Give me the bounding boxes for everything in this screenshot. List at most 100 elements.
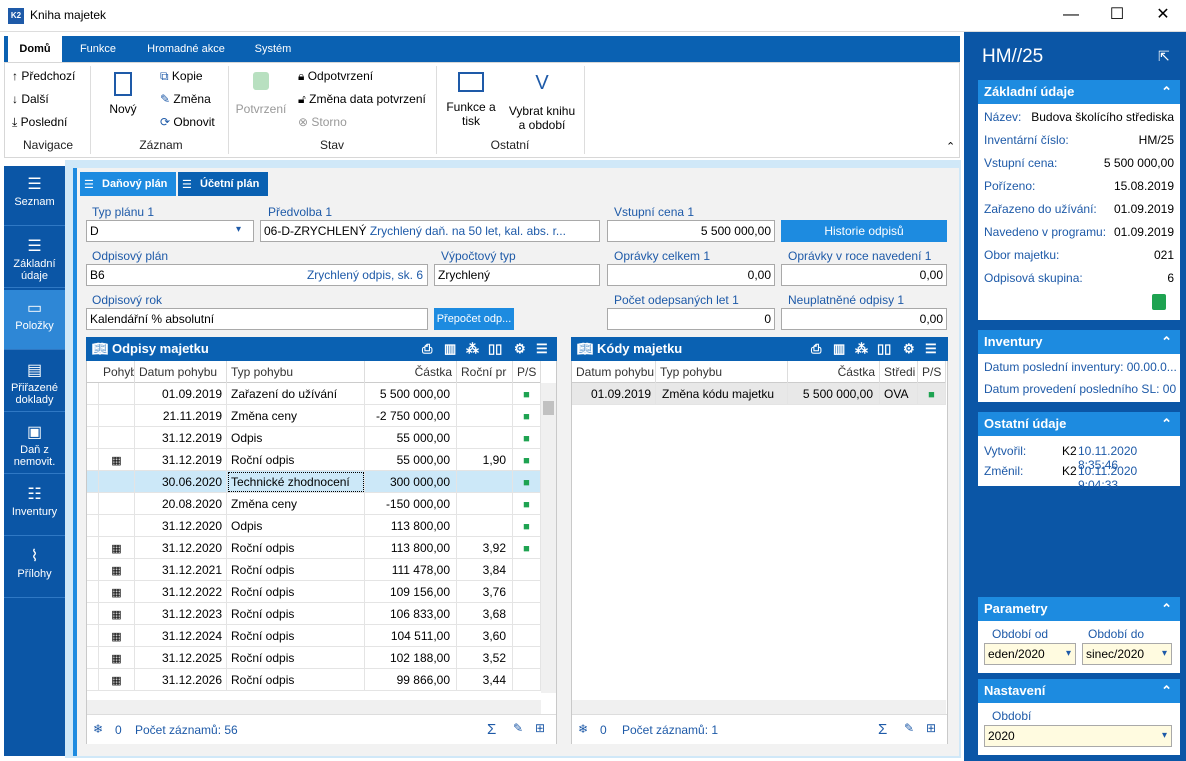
print-icon[interactable]: ⎙ — [422, 337, 432, 361]
input-price-field[interactable]: 5 500 000,00 — [607, 220, 775, 242]
col-center[interactable]: Středi — [880, 361, 918, 383]
table-row[interactable]: ▦ 31.12.2024 Roční odpis 104 511,00 3,60 — [87, 625, 541, 647]
columns-icon[interactable]: ▯▯ — [488, 337, 502, 361]
col-ps[interactable]: P/S — [918, 361, 946, 383]
nav-item-attachments[interactable]: ⌇ Přílohy — [4, 538, 65, 598]
nav-item-list[interactable]: ☰ Seznam — [4, 166, 65, 226]
group-icon[interactable]: ⁂ — [855, 337, 868, 361]
depr-plan-field[interactable]: B6 Zrychlený odpis, sk. 6 — [86, 264, 428, 286]
table-row[interactable]: ▦ 31.12.2025 Roční odpis 102 188,00 3,52 — [87, 647, 541, 669]
calc-type-field[interactable]: Zrychlený — [434, 264, 600, 286]
last-button[interactable]: ⤓ Poslední — [12, 115, 67, 130]
inventory-header[interactable]: Inventury ⌃ — [978, 330, 1180, 354]
table-row[interactable]: ▦ 31.12.2019 Roční odpis 55 000,00 1,90 ■ — [87, 449, 541, 471]
nav-item-inventory[interactable]: ☷ Inventury — [4, 476, 65, 536]
settings-icon[interactable]: ⚙ — [903, 337, 915, 361]
years-count-field[interactable]: 0 — [607, 308, 775, 330]
table-row[interactable]: ▦ 31.12.2020 Roční odpis 113 800,00 3,92 ■ — [87, 537, 541, 559]
add-record-icon[interactable]: ⊞ — [926, 721, 936, 735]
sum-icon[interactable]: Σ — [487, 721, 496, 738]
dropdown-icon[interactable]: ▾ — [1162, 644, 1167, 664]
table-row[interactable]: 20.08.2020 Změna ceny -150 000,00 ■ — [87, 493, 541, 515]
unconfirm-button[interactable]: 🔒︎ Odpotvrzení — [298, 69, 373, 84]
copy-button[interactable]: ⧉ Kopie — [160, 69, 203, 84]
storno-button[interactable]: ⊗ Storno — [298, 115, 347, 129]
prev-button[interactable]: ↑ Předchozí — [12, 69, 75, 83]
vertical-scrollbar[interactable] — [541, 383, 556, 693]
horizontal-scrollbar[interactable] — [572, 700, 946, 714]
tab-functions[interactable]: Funkce — [68, 36, 128, 62]
horizontal-scrollbar[interactable] — [87, 700, 541, 714]
col-ps[interactable]: P/S — [513, 361, 541, 383]
history-button[interactable]: Historie odpisů — [781, 220, 947, 242]
dropdown-icon[interactable]: ▾ — [236, 224, 241, 235]
table-row[interactable]: 01.09.2019 Změna kódu majetku 5 500 000,00… — [572, 383, 946, 405]
sum-icon[interactable]: Σ — [878, 721, 887, 738]
period-to-select[interactable]: sinec/2020 ▾ — [1082, 643, 1172, 665]
nav-item-basic[interactable]: ☰ Základní údaje — [4, 228, 65, 288]
next-button[interactable]: ↓ Další — [12, 92, 49, 106]
col-type[interactable]: Typ pohybu — [656, 361, 788, 383]
refresh-button[interactable]: ⟳ Obnovit — [160, 115, 215, 129]
menu-icon[interactable]: ☰ — [925, 337, 937, 361]
table-row[interactable]: 21.11.2019 Změna ceny -2 750 000,00 ■ — [87, 405, 541, 427]
depr-year-field[interactable]: Kalendářní % absolutní — [86, 308, 428, 330]
table-row[interactable]: ▦ 31.12.2022 Roční odpis 109 156,00 3,76 — [87, 581, 541, 603]
nav-item-items[interactable]: ▭ Položky — [4, 290, 65, 350]
snowflake-icon[interactable]: ❄ — [93, 722, 103, 736]
collapse-icon[interactable]: ⌃ — [1161, 412, 1172, 436]
settings-header[interactable]: Nastavení ⌃ — [978, 679, 1180, 703]
print-icon[interactable]: ⎙ — [811, 337, 821, 361]
col-amount[interactable]: Částka — [788, 361, 880, 383]
plan-type-select[interactable]: D — [86, 220, 254, 242]
unused-field[interactable]: 0,00 — [781, 308, 947, 330]
col-rate[interactable]: Roční pr — [457, 361, 513, 383]
dropdown-icon[interactable]: ▾ — [1162, 726, 1167, 746]
table-row[interactable]: ▦ 31.12.2021 Roční odpis 111 478,00 3,84 — [87, 559, 541, 581]
params-header[interactable]: Parametry ⌃ — [978, 597, 1180, 621]
col-date[interactable]: Datum pohybu — [135, 361, 227, 383]
period-select[interactable]: 2020 ▾ — [984, 725, 1172, 747]
scroll-thumb[interactable] — [543, 401, 554, 415]
chart-icon[interactable]: ▥ — [833, 337, 845, 361]
snowflake-icon[interactable]: ❄ — [578, 722, 588, 736]
preset-select[interactable]: 06-D-ZRYCHLENÝ Zrychlený daň. na 50 let,… — [260, 220, 600, 242]
popout-icon[interactable]: ⇱ — [1158, 48, 1170, 65]
nav-item-tax[interactable]: ▣ Daň z nemovit. — [4, 414, 65, 474]
other-info-header[interactable]: Ostatní údaje ⌃ — [978, 412, 1180, 436]
col-type[interactable]: Typ pohybu — [227, 361, 365, 383]
basic-info-header[interactable]: Základní údaje ⌃ — [978, 80, 1180, 104]
pencil-icon[interactable]: ✎ — [904, 721, 914, 735]
table-row[interactable]: ▦ 31.12.2023 Roční odpis 106 833,00 3,68 — [87, 603, 541, 625]
edit-button[interactable]: ✎ Změna — [160, 92, 211, 106]
chart-icon[interactable]: ▥ — [444, 337, 456, 361]
pencil-icon[interactable]: ✎ — [513, 721, 523, 735]
minimize-icon[interactable]: — — [1048, 0, 1094, 32]
nav-item-documents[interactable]: ▤ Přiřazené doklady — [4, 352, 65, 412]
maximize-icon[interactable]: ☐ — [1094, 0, 1140, 32]
total-adj-field[interactable]: 0,00 — [607, 264, 775, 286]
collapse-icon[interactable]: ⌃ — [1161, 80, 1172, 104]
confirm-button[interactable]: Potvrzení — [234, 72, 288, 116]
recalc-button[interactable]: Přepočet odp... — [434, 308, 514, 330]
columns-icon[interactable]: ▯▯ — [877, 337, 891, 361]
settings-icon[interactable]: ⚙ — [514, 337, 526, 361]
group-icon[interactable]: ⁂ — [466, 337, 479, 361]
tab-system[interactable]: Systém — [244, 36, 302, 62]
table-row[interactable]: 30.06.2020 Technické zhodnocení 300 000,00… — [87, 471, 541, 493]
table-row[interactable]: 01.09.2019 Zařazení do užívání 5 500 000,0… — [87, 383, 541, 405]
dropdown-icon[interactable]: ▾ — [1066, 644, 1071, 664]
adj-year-field[interactable]: 0,00 — [781, 264, 947, 286]
collapse-ribbon-icon[interactable]: ⌃ — [946, 140, 955, 153]
table-row[interactable]: 31.12.2019 Odpis 55 000,00 ■ — [87, 427, 541, 449]
table-row[interactable]: ▦ 31.12.2026 Roční odpis 99 866,00 3,44 — [87, 669, 541, 691]
col-amount[interactable]: Částka — [365, 361, 457, 383]
collapse-icon[interactable]: ⌃ — [1161, 597, 1172, 621]
print-functions-button[interactable]: Funkce a tisk — [444, 72, 498, 128]
tab-tax-plan[interactable]: Daňový plán — [80, 172, 176, 196]
col-date[interactable]: Datum pohybu — [572, 361, 656, 383]
collapse-icon[interactable]: ⌃ — [1161, 679, 1172, 703]
tab-home[interactable]: Domů — [8, 36, 62, 62]
period-from-select[interactable]: eden/2020 ▾ — [984, 643, 1076, 665]
close-icon[interactable]: ✕ — [1140, 0, 1186, 32]
